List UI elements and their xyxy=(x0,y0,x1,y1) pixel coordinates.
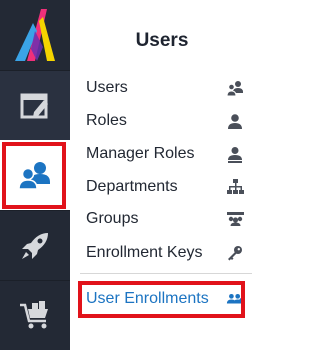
menu-item-label: Groups xyxy=(86,210,139,227)
key-icon xyxy=(226,244,244,262)
menu-item-departments[interactable]: Departments xyxy=(86,172,244,202)
panel-title: Users xyxy=(135,30,189,51)
window-edit-icon xyxy=(20,93,48,118)
sidebar-item-store[interactable] xyxy=(0,280,70,350)
menu-item-label: Departments xyxy=(86,178,178,195)
menu-item-label: Users xyxy=(86,79,128,96)
group-icon xyxy=(226,210,244,228)
shopping-cart-icon xyxy=(20,300,48,328)
menu-item-groups[interactable]: Groups xyxy=(86,204,244,234)
menu-item-manager-roles[interactable]: Manager Roles xyxy=(86,139,244,169)
rocket-icon xyxy=(22,232,48,259)
app-logo[interactable] xyxy=(0,0,70,70)
highlight-user-enrollments-box xyxy=(78,281,245,318)
user-icon xyxy=(226,112,244,130)
menu-divider xyxy=(80,273,252,274)
sidebar-item-courses[interactable] xyxy=(0,70,70,140)
menu-item-label: Roles xyxy=(86,112,127,129)
sidebar-item-launch[interactable] xyxy=(0,210,70,280)
org-chart-icon xyxy=(226,178,244,196)
menu-item-enrollment-keys[interactable]: Enrollment Keys xyxy=(86,238,244,268)
menu-item-roles[interactable]: Roles xyxy=(86,106,244,136)
menu-item-label: Enrollment Keys xyxy=(86,244,203,261)
app-logo-icon xyxy=(15,9,55,61)
users-icon xyxy=(226,79,244,97)
highlight-users-box xyxy=(2,142,66,209)
manager-icon xyxy=(226,145,244,163)
menu-item-label: Manager Roles xyxy=(86,145,195,162)
menu-item-users[interactable]: Users xyxy=(86,73,244,103)
